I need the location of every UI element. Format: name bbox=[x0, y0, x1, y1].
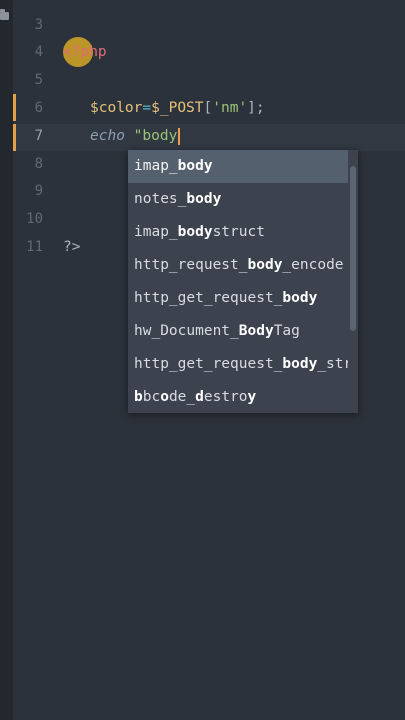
code-line-6[interactable]: $color=$_POST['nm']; bbox=[90, 95, 265, 122]
suggestion-text: hw_Document_ bbox=[134, 323, 239, 339]
line-number: 11 bbox=[26, 239, 43, 255]
suggestion-match-text: body bbox=[282, 290, 318, 306]
suggestion-item[interactable]: imap_bodystruct bbox=[128, 216, 348, 249]
suggestion-item[interactable]: http_get_request_body_stream bbox=[128, 348, 348, 381]
suggestion-item[interactable]: http_request_body_encode bbox=[128, 249, 348, 282]
suggestion-match-text: body bbox=[282, 356, 318, 372]
bracket-token: ] bbox=[247, 100, 256, 116]
suggestion-text: _encode bbox=[282, 257, 344, 273]
semicolon-token: ; bbox=[255, 100, 265, 116]
suggestion-match-text: o bbox=[160, 389, 169, 405]
suggestion-text: _stream bbox=[317, 356, 348, 372]
code-editor[interactable]: 3 4 5 6 7 8 9 10 11 <?php $color=$_POST[… bbox=[0, 0, 405, 720]
suggestion-text: imap_ bbox=[134, 224, 178, 240]
suggestion-text: http_request_ bbox=[134, 257, 248, 273]
php-close-tag: ?> bbox=[63, 239, 81, 255]
line-number: 4 bbox=[34, 44, 43, 60]
operator-token: = bbox=[142, 100, 152, 116]
suggestion-match-text: d bbox=[195, 389, 204, 405]
string-token: "body bbox=[133, 128, 178, 144]
text-caret bbox=[178, 127, 181, 145]
scrollbar-thumb[interactable] bbox=[350, 166, 356, 331]
suggestion-text: bc bbox=[142, 389, 161, 405]
line-number: 5 bbox=[34, 72, 43, 88]
line-number-gutter: 3 4 5 6 7 8 9 10 11 bbox=[13, 0, 63, 720]
variable-token: $color bbox=[90, 100, 143, 116]
suggestion-match-text: body bbox=[186, 191, 222, 207]
line-number: 9 bbox=[34, 183, 43, 199]
line-number: 8 bbox=[34, 156, 43, 172]
sidebar-strip bbox=[0, 0, 13, 720]
suggestion-text: estro bbox=[203, 389, 248, 405]
code-line-4[interactable]: <?php bbox=[63, 39, 107, 66]
suggestion-item[interactable]: http_get_request_body bbox=[128, 282, 348, 315]
suggestion-match-text: b bbox=[134, 389, 143, 405]
line-number-active: 7 bbox=[34, 128, 43, 144]
current-line-highlight bbox=[13, 124, 405, 151]
code-line-7[interactable]: echo "body bbox=[90, 123, 181, 150]
suggestion-match-text: body bbox=[177, 224, 213, 240]
php-open-tag: <?php bbox=[63, 44, 107, 60]
superglobal-token: $_POST bbox=[151, 100, 204, 116]
suggestion-text: Tag bbox=[273, 323, 300, 339]
line-number: 3 bbox=[34, 17, 43, 33]
suggestion-text: http_get_request_ bbox=[134, 356, 283, 372]
suggestion-text: de_ bbox=[168, 389, 196, 405]
suggestion-item[interactable]: notes_body bbox=[128, 183, 348, 216]
keyword-token: echo bbox=[90, 128, 125, 144]
suggestion-text: http_get_request_ bbox=[134, 290, 283, 306]
folder-icon[interactable] bbox=[0, 9, 9, 20]
suggestion-item[interactable]: bbcode_destroy bbox=[128, 381, 348, 414]
suggestion-text: imap_ bbox=[134, 158, 178, 174]
suggestion-item[interactable]: imap_body bbox=[128, 150, 348, 183]
suggestion-match-text: Body bbox=[238, 323, 274, 339]
code-line-11[interactable]: ?> bbox=[63, 234, 80, 261]
suggestion-text: notes_ bbox=[134, 191, 187, 207]
suggestion-item[interactable]: hw_Document_BodyTag bbox=[128, 315, 348, 348]
autocomplete-popup[interactable]: imap_body notes_body imap_bodystruct http_r… bbox=[128, 150, 358, 413]
line-number: 10 bbox=[26, 211, 43, 227]
suggestion-match-text: body bbox=[177, 158, 213, 174]
string-token: 'nm' bbox=[212, 100, 248, 116]
line-number: 6 bbox=[34, 100, 43, 116]
bracket-token: [ bbox=[203, 100, 213, 116]
autocomplete-scrollbar[interactable] bbox=[350, 152, 356, 411]
suggestion-match-text: y bbox=[247, 389, 257, 405]
suggestion-match-text: body bbox=[247, 257, 283, 273]
suggestion-text: struct bbox=[212, 224, 265, 240]
